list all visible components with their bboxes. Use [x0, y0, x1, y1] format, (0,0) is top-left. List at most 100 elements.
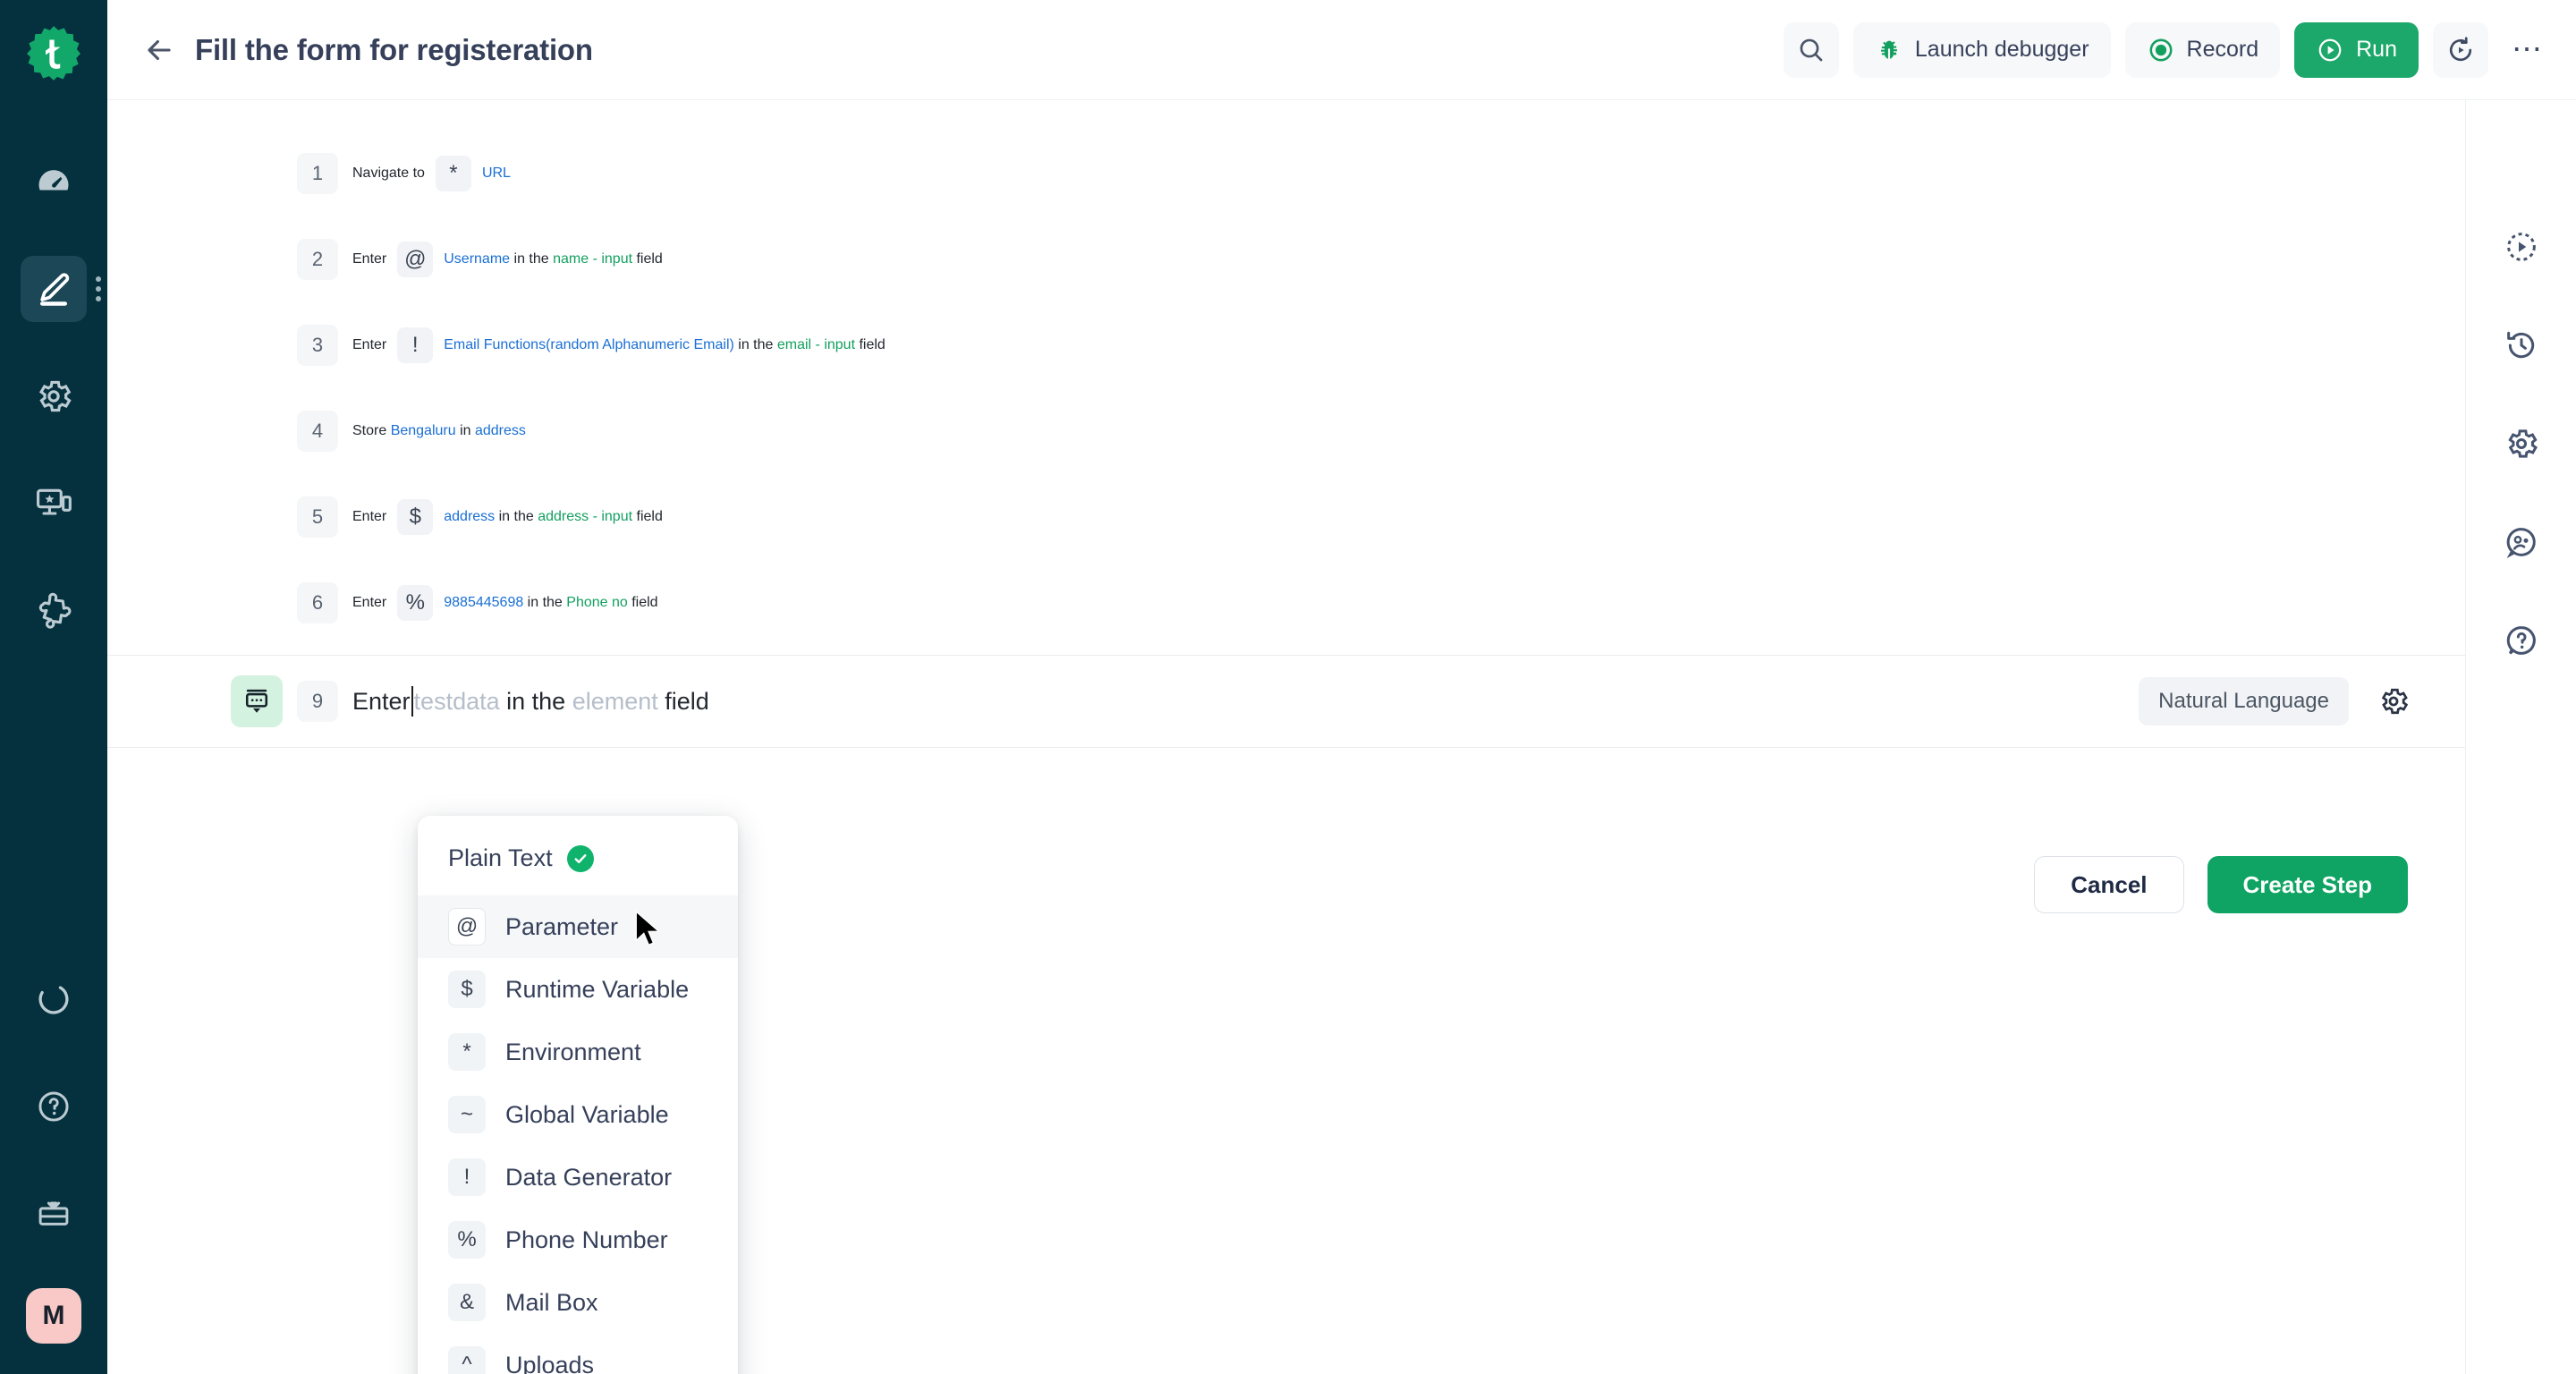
- step-row[interactable]: 1Navigate to*URL: [107, 131, 2465, 216]
- element-placeholder[interactable]: element: [572, 688, 658, 716]
- step-sigil-badge[interactable]: $: [397, 499, 433, 535]
- sidebar-item-devices[interactable]: [21, 471, 87, 537]
- dropdown-item-runtime-variable[interactable]: $ Runtime Variable: [418, 958, 738, 1021]
- step-element-token[interactable]: name - input: [553, 251, 632, 267]
- step-value-token[interactable]: address: [475, 423, 526, 439]
- record-circle-icon: [2147, 36, 2175, 64]
- step-static-text: Store: [352, 423, 391, 439]
- step-row[interactable]: 2Enter@Username in the name - input fiel…: [107, 216, 2465, 302]
- right-rail: [2465, 100, 2576, 1374]
- dropdown-item-plain-text[interactable]: Plain Text: [418, 830, 738, 895]
- step-text: Enter! Email Functions(random Alphanumeri…: [352, 327, 886, 363]
- right-rail-dry-run[interactable]: [2496, 221, 2547, 273]
- step-static-text: in the: [734, 337, 777, 353]
- natural-language-pill[interactable]: Natural Language: [2139, 677, 2349, 725]
- step-static-text: Enter: [352, 337, 386, 353]
- sidebar-item-test-cases[interactable]: [21, 256, 87, 322]
- right-rail-settings[interactable]: [2496, 418, 2547, 470]
- record-button[interactable]: Record: [2125, 22, 2281, 78]
- progress-ring-icon: [35, 980, 72, 1018]
- gear-settings-icon: [2377, 685, 2410, 717]
- step-text: Enter$address in the address - input fie…: [352, 499, 663, 535]
- step-element-token[interactable]: email - input: [777, 337, 855, 353]
- step-number: 3: [297, 325, 338, 366]
- sidebar-item-settings[interactable]: [21, 363, 87, 429]
- active-step-editor[interactable]: Enter testdata in the element field: [352, 686, 709, 717]
- step-number: 5: [297, 496, 338, 538]
- left-sidebar: M: [0, 0, 107, 1374]
- active-step-mid: in the: [500, 688, 572, 716]
- record-label: Record: [2187, 37, 2259, 63]
- history-clock-icon: [2504, 327, 2539, 363]
- step-value-token[interactable]: Email Functions(random Alphanumeric Emai…: [444, 337, 734, 353]
- step-value-token[interactable]: Bengaluru: [391, 423, 456, 439]
- active-step-row[interactable]: 9 Enter testdata in the element field Na…: [107, 655, 2465, 748]
- form-actions: Cancel Create Step: [2034, 856, 2408, 913]
- refresh-button[interactable]: [2433, 22, 2488, 78]
- dropdown-item-sigil: @: [448, 908, 486, 946]
- run-button[interactable]: Run: [2294, 22, 2419, 78]
- avatar[interactable]: M: [26, 1288, 81, 1344]
- step-row[interactable]: 5Enter$address in the address - input fi…: [107, 474, 2465, 560]
- create-step-button[interactable]: Create Step: [2207, 856, 2409, 913]
- step-sigil-badge[interactable]: !: [397, 327, 433, 363]
- step-value-token[interactable]: address: [444, 509, 495, 525]
- step-element-token[interactable]: Phone no: [566, 595, 628, 611]
- dropdown-item-label: Environment: [505, 1039, 641, 1066]
- step-static-text: in: [456, 423, 475, 439]
- sidebar-item-overflow-dots[interactable]: [96, 276, 101, 301]
- step-sigil-badge[interactable]: *: [436, 156, 471, 191]
- dropdown-item-parameter[interactable]: @Parameter: [418, 895, 738, 958]
- dropdown-item-mail-box[interactable]: &Mail Box: [418, 1271, 738, 1334]
- step-sigil-badge[interactable]: @: [397, 242, 433, 277]
- dropdown-item-environment[interactable]: * Environment: [418, 1021, 738, 1083]
- sidebar-item-usage[interactable]: [21, 966, 87, 1032]
- step-sigil-badge[interactable]: %: [397, 585, 433, 621]
- step-row[interactable]: 3 Enter! Email Functions(random Alphanumer…: [107, 302, 2465, 388]
- step-rows-host: 1Navigate to*URL2Enter@Username in the n…: [107, 131, 2465, 646]
- dropdown-item-global-variable[interactable]: ~Global Variable: [418, 1083, 738, 1146]
- edit-pencil-icon: [34, 269, 73, 309]
- step-value-token[interactable]: URL: [482, 165, 511, 182]
- dropdown-item-phone-number[interactable]: %Phone Number: [418, 1209, 738, 1271]
- step-value-token[interactable]: 9885445698: [444, 595, 523, 611]
- testsigma-logo-icon[interactable]: [21, 21, 86, 86]
- main-column: Fill the form for registeration Launch d…: [107, 0, 2576, 1374]
- right-rail-history[interactable]: [2496, 319, 2547, 371]
- sidebar-item-help[interactable]: [21, 1073, 87, 1140]
- dropdown-item-label: Runtime Variable: [505, 976, 689, 1004]
- dropdown-item-sigil: $: [448, 971, 486, 1008]
- launch-debugger-button[interactable]: Launch debugger: [1853, 22, 2111, 78]
- step-value-token[interactable]: Username: [444, 251, 510, 267]
- sidebar-item-addons[interactable]: [21, 578, 87, 644]
- dropdown-item-sigil: *: [448, 1033, 486, 1071]
- cancel-button[interactable]: Cancel: [2034, 856, 2183, 913]
- right-rail-help[interactable]: [2496, 615, 2547, 666]
- step-number: 4: [297, 411, 338, 452]
- step-row[interactable]: 4 Store Bengaluru in address: [107, 388, 2465, 474]
- sidebar-item-dashboard[interactable]: [21, 148, 87, 215]
- search-button[interactable]: [1784, 22, 1839, 78]
- step-settings-button[interactable]: [2374, 682, 2413, 721]
- value-placeholder[interactable]: testdata: [414, 688, 500, 716]
- step-text: Store Bengaluru in address: [352, 423, 526, 439]
- more-options-button[interactable]: ⋯: [2503, 22, 2553, 78]
- step-row[interactable]: 6Enter%9885445698 in the Phone no field: [107, 560, 2465, 646]
- dropdown-item-uploads[interactable]: ^Uploads: [418, 1334, 738, 1374]
- step-text: Enter@Username in the name - input field: [352, 242, 663, 277]
- dropdown-item-sigil: %: [448, 1221, 486, 1259]
- dropdown-plain-text-label: Plain Text: [448, 844, 553, 872]
- app-root: M Fill the form for registeration: [0, 0, 2576, 1374]
- step-static-text: Enter: [352, 251, 386, 267]
- back-button[interactable]: [136, 27, 182, 73]
- page-title: Fill the form for registeration: [195, 33, 593, 67]
- step-static-text: in the: [523, 595, 566, 611]
- content-area: 1Navigate to*URL2Enter@Username in the n…: [107, 100, 2576, 1374]
- dashboard-speedometer-icon: [34, 162, 73, 201]
- step-static-text: field: [628, 595, 658, 611]
- step-type-icon[interactable]: [231, 675, 283, 727]
- sidebar-item-rewards[interactable]: [21, 1181, 87, 1247]
- right-rail-feedback[interactable]: [2496, 516, 2547, 568]
- dropdown-item-data-generator[interactable]: !Data Generator: [418, 1146, 738, 1209]
- step-element-token[interactable]: address - input: [538, 509, 632, 525]
